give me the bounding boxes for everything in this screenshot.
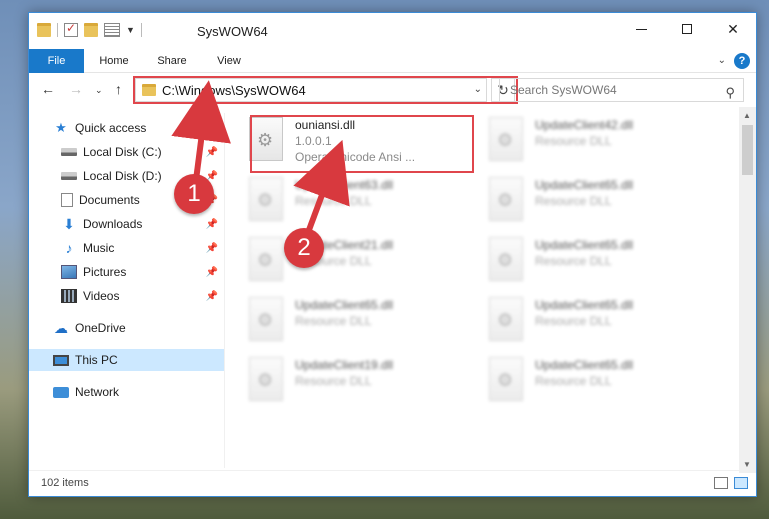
- callout-2: 2: [284, 228, 324, 268]
- annotation-arrows: [171, 80, 350, 240]
- callout-1: 1: [174, 174, 214, 214]
- arrow-to-address-bar: [171, 80, 231, 181]
- arrow-to-dll-file: [293, 139, 350, 240]
